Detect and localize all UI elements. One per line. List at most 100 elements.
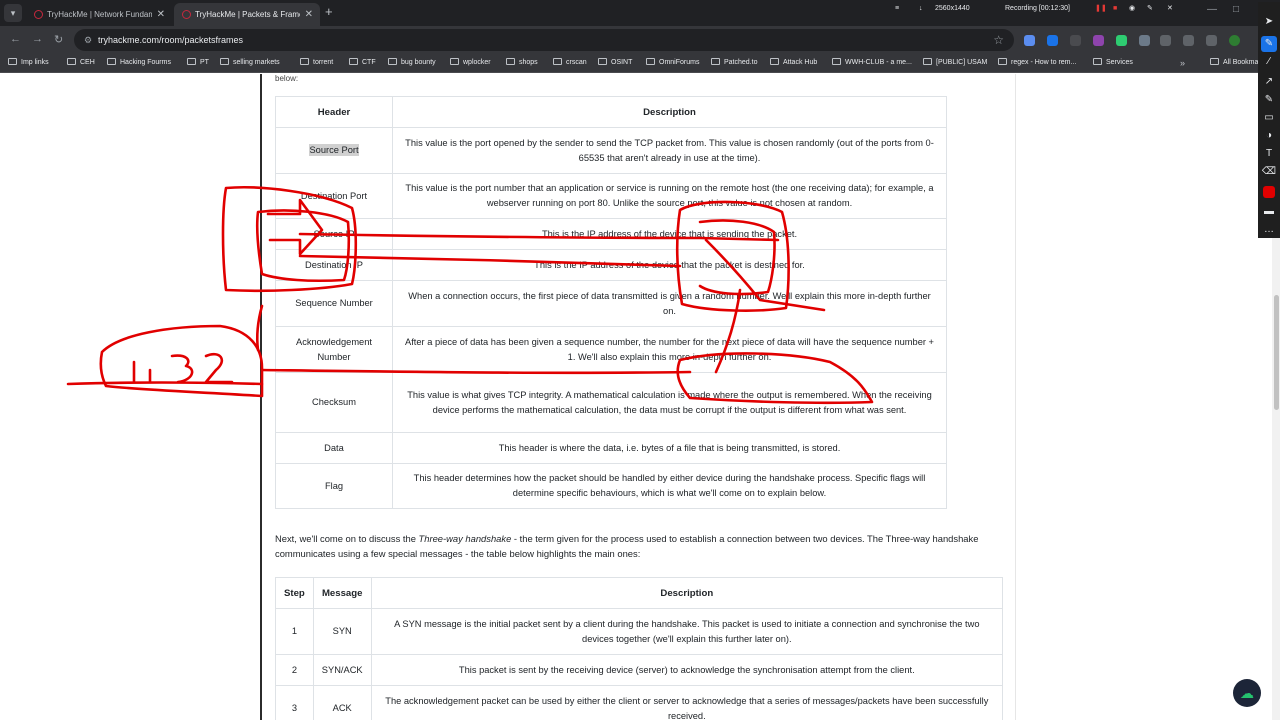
- tab-strip: ▾ TryHackMe | Network Fundame ✕ TryHackM…: [0, 0, 1280, 26]
- description-cell: This value is what gives TCP integrity. …: [392, 372, 947, 433]
- rectangle-icon[interactable]: ▭: [1261, 110, 1277, 126]
- tab-search-icon[interactable]: ▾: [4, 4, 22, 22]
- download-icon[interactable]: [1183, 35, 1194, 46]
- folder-icon: [598, 58, 607, 65]
- table-row: 3 ACK The acknowledgement packet can be …: [275, 685, 1004, 720]
- bookmark-item[interactable]: wplocker: [450, 54, 491, 72]
- cut-off-text: below:: [275, 74, 299, 83]
- minimize-icon[interactable]: —: [1207, 4, 1217, 15]
- more-icon[interactable]: …: [1261, 222, 1277, 238]
- bookmark-item[interactable]: CEH: [67, 54, 95, 72]
- bookmark-item[interactable]: bug bounty: [388, 54, 436, 72]
- tab-packets-frames[interactable]: TryHackMe | Packets & Frames ✕: [174, 3, 320, 26]
- bookmark-item[interactable]: CTF: [349, 54, 376, 72]
- close-icon[interactable]: ✕: [1167, 2, 1173, 16]
- text-icon[interactable]: T: [1261, 146, 1277, 162]
- address-bar[interactable]: ⚙ tryhackme.com/room/packetsframes ☆: [74, 29, 1014, 51]
- bookmark-item[interactable]: Imp links: [8, 54, 49, 72]
- ink-baseline-left: [66, 381, 264, 386]
- bookmark-item[interactable]: selling markets: [220, 54, 280, 72]
- ink-left-shape: [99, 324, 264, 398]
- highlighter-icon[interactable]: ✎: [1261, 92, 1277, 108]
- bookmark-item[interactable]: Patched.to: [711, 54, 757, 72]
- bookmark-item[interactable]: torrent: [300, 54, 333, 72]
- bookmark-item[interactable]: regex - How to rem...: [998, 54, 1076, 72]
- bookmark-item[interactable]: OSINT: [598, 54, 632, 72]
- folder-icon: [220, 58, 229, 65]
- bookmark-item[interactable]: Attack Hub: [770, 54, 817, 72]
- scrollbar-thumb[interactable]: [1274, 295, 1279, 410]
- header-cell: Source IP: [275, 218, 393, 250]
- extension-vpn-icon[interactable]: [1116, 35, 1127, 46]
- extension-cube-icon[interactable]: [1070, 35, 1081, 46]
- cloud-chat-icon[interactable]: ☁: [1233, 679, 1261, 707]
- fill-icon[interactable]: ◑: [1261, 128, 1277, 144]
- message-cell: ACK: [312, 685, 372, 720]
- folder-icon: [923, 58, 932, 65]
- extension-translate-icon[interactable]: [1024, 35, 1035, 46]
- extension-shield-icon[interactable]: [1139, 35, 1150, 46]
- stroke-width-icon[interactable]: ▬: [1261, 204, 1277, 220]
- folder-icon: [506, 58, 515, 65]
- extension-play-icon[interactable]: [1047, 35, 1058, 46]
- pause-icon[interactable]: ❚❚: [1095, 2, 1107, 16]
- tcp-headers-table: Header Description Source Port This valu…: [275, 96, 947, 509]
- description-cell: This is the IP address of the device tha…: [392, 218, 947, 250]
- bookmark-star-icon[interactable]: ☆: [993, 29, 1004, 51]
- chevron-right-icon[interactable]: »: [1180, 54, 1185, 72]
- close-icon[interactable]: ✕: [305, 3, 313, 26]
- column-header: Description: [370, 577, 1004, 609]
- header-cell: Data: [275, 432, 393, 464]
- bookmark-item[interactable]: PT: [187, 54, 209, 72]
- site-info-icon[interactable]: ⚙: [82, 34, 94, 46]
- table-row: Acknowledgement Number After a piece of …: [275, 326, 947, 373]
- bookmark-item[interactable]: [PUBLIC] USAM: [923, 54, 987, 72]
- pen-icon[interactable]: ✎: [1147, 2, 1153, 16]
- folder-icon: [998, 58, 1007, 65]
- profile-avatar[interactable]: [1229, 35, 1240, 46]
- column-header: Header: [275, 96, 393, 128]
- recording-bar: ≡ ↓ 2560x1440 Recording [00:12:30] ❚❚ ■ …: [895, 2, 1185, 16]
- bookmark-item[interactable]: Hacking Fourms: [107, 54, 171, 72]
- eraser-icon[interactable]: ⌫: [1261, 164, 1277, 180]
- bookmark-item[interactable]: OmniForums: [646, 54, 699, 72]
- menu-icon[interactable]: ≡: [895, 2, 899, 16]
- column-header: Message: [312, 577, 372, 609]
- table-row: Destination Port This value is the port …: [275, 173, 947, 219]
- bookmark-item[interactable]: Services: [1093, 54, 1133, 72]
- ink-digit-2: [204, 352, 234, 384]
- stop-icon[interactable]: ■: [1113, 2, 1117, 16]
- arrow-icon[interactable]: ↗: [1261, 74, 1277, 90]
- bookmark-item[interactable]: WWH-CLUB - a me...: [832, 54, 912, 72]
- cursor-icon[interactable]: ➤: [1261, 14, 1277, 30]
- camera-icon[interactable]: ◉: [1129, 2, 1135, 16]
- line-icon[interactable]: ∕: [1261, 54, 1277, 70]
- back-icon[interactable]: ←: [10, 33, 21, 45]
- url-text[interactable]: tryhackme.com/room/packetsframes: [98, 29, 243, 51]
- table-row: Destination IP This is the IP address of…: [275, 249, 947, 281]
- recording-resolution: 2560x1440: [935, 5, 970, 12]
- table-row: Flag This header determines how the pack…: [275, 463, 947, 509]
- handshake-table: Step Message Description 1 SYN A SYN mes…: [275, 577, 1004, 720]
- description-cell: This value is the port number that an ap…: [392, 173, 947, 219]
- description-cell: A SYN message is the initial packet sent…: [370, 608, 1004, 655]
- bookmark-item[interactable]: crscan: [553, 54, 587, 72]
- tab-network-fundamentals[interactable]: TryHackMe | Network Fundame ✕: [26, 3, 172, 26]
- color-swatch[interactable]: [1263, 186, 1275, 198]
- extension-badge-icon[interactable]: [1093, 35, 1104, 46]
- bookmark-item[interactable]: shops: [506, 54, 538, 72]
- sidebar-icon[interactable]: [1206, 35, 1217, 46]
- new-tab-icon[interactable]: +: [325, 4, 333, 19]
- pen-icon[interactable]: ✎: [1261, 36, 1277, 52]
- table-row: Data This header is where the data, i.e.…: [275, 432, 947, 464]
- extensions-puzzle-icon[interactable]: [1160, 35, 1171, 46]
- close-icon[interactable]: ✕: [157, 3, 165, 26]
- description-cell: This packet is sent by the receiving dev…: [370, 654, 1004, 686]
- folder-icon: [832, 58, 841, 65]
- forward-icon[interactable]: →: [32, 33, 43, 45]
- download-icon[interactable]: ↓: [919, 2, 923, 16]
- maximize-icon[interactable]: □: [1233, 4, 1239, 15]
- reload-icon[interactable]: ↻: [54, 33, 63, 46]
- description-cell: This is the IP address of the device tha…: [392, 249, 947, 281]
- description-cell: After a piece of data has been given a s…: [392, 326, 947, 373]
